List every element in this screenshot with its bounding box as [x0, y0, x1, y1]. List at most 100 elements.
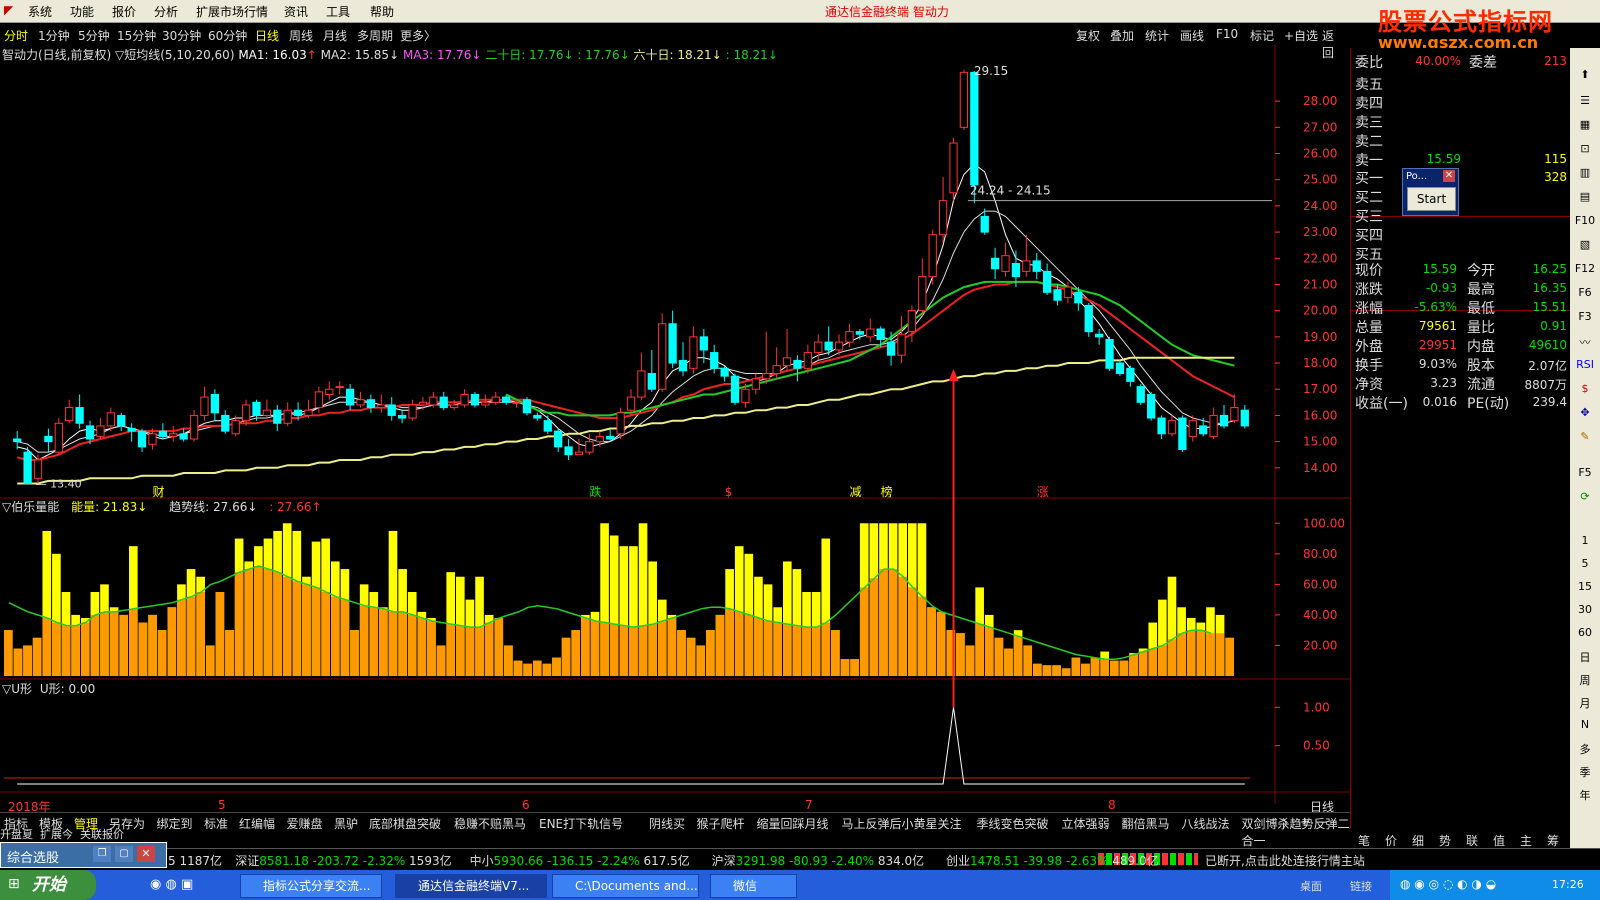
indicator-tab[interactable]: 底部棋盘突破	[369, 815, 441, 832]
index-item[interactable]: 创业1478.51 -39.98 -2.63% 489.0亿	[946, 852, 1159, 869]
menu-system[interactable]: 系统	[28, 3, 52, 20]
tool-f10[interactable]: F10	[1216, 27, 1238, 41]
taskbar-item-wechat[interactable]: 微信	[710, 874, 797, 898]
sidebar-period-10[interactable]: 季	[1572, 764, 1598, 780]
indicator-tab[interactable]: 马上反弹后小黄星关注	[842, 815, 962, 832]
tab-open-summer[interactable]: 开盘夏	[0, 828, 33, 841]
sidebar-chart-icon[interactable]: ⊡	[1572, 142, 1598, 155]
indicator-tab[interactable]: 稳赚不赔黑马	[454, 815, 526, 832]
sidebar-f10-icon[interactable]: F10	[1572, 214, 1598, 227]
indicator-tab[interactable]: 季线变色突破	[977, 815, 1049, 832]
tray-desktop[interactable]: 桌面	[1300, 878, 1322, 894]
taskbar-item-forum[interactable]: 指标公式分享交流...	[240, 874, 382, 898]
taskbar-item-tdx[interactable]: 通达信金融终端V7...	[395, 874, 547, 898]
sidebar-refresh-icon[interactable]: ⟳	[1572, 490, 1598, 503]
sidebar-rsi-icon[interactable]: RSI	[1572, 358, 1598, 371]
tool-add-watchlist[interactable]: +自选	[1284, 27, 1318, 44]
ask-row[interactable]: 卖五	[1351, 74, 1571, 93]
indicator-name[interactable]: ▽短均线(5,10,20,60)	[115, 48, 234, 62]
popup-close-icon[interactable]: ✕	[1443, 170, 1455, 182]
sidebar-up-icon[interactable]: ⬆	[1572, 68, 1598, 81]
menu-function[interactable]: 功能	[70, 3, 94, 20]
bid-row[interactable]: 买二	[1351, 187, 1571, 206]
period-tab-5min[interactable]: 5分钟	[78, 27, 110, 44]
ask-row[interactable]: 卖一 15.59 115	[1351, 150, 1571, 169]
sidebar-period-1[interactable]: 5	[1572, 557, 1598, 570]
quote-tab[interactable]: 主	[1520, 832, 1532, 849]
indicator-tab[interactable]: 立体强弱	[1062, 815, 1110, 832]
indicator-tab[interactable]: 红编幅	[239, 815, 275, 832]
menu-analysis[interactable]: 分析	[154, 3, 178, 20]
sidebar-period-7[interactable]: 月	[1572, 695, 1598, 711]
index-item[interactable]: 5 1187亿	[168, 852, 222, 869]
period-tab-weekly[interactable]: 周线	[289, 27, 313, 44]
indicator-tab[interactable]: 缩量回踩月线	[757, 815, 829, 832]
sidebar-table-icon[interactable]: ▦	[1572, 118, 1598, 131]
sidebar-list-icon[interactable]: ☰	[1572, 94, 1598, 107]
bid-row[interactable]: 买四	[1351, 225, 1571, 244]
indicator-tab[interactable]: 爱赚盘	[287, 815, 323, 832]
period-tab-daily[interactable]: 日线	[255, 27, 279, 44]
ask-row[interactable]: 卖二	[1351, 131, 1571, 150]
sidebar-wave-icon[interactable]: 〰	[1572, 334, 1598, 350]
connection-status[interactable]: 已断开,点击此处连接行情主站	[1205, 852, 1365, 869]
sidebar-f5-icon[interactable]: F5	[1572, 466, 1598, 479]
sidebar-period-2[interactable]: 15	[1572, 580, 1598, 593]
tool-mark[interactable]: 标记	[1250, 27, 1274, 44]
tool-restore-rights[interactable]: 复权	[1076, 27, 1100, 44]
bid-row[interactable]: 买三	[1351, 206, 1571, 225]
quote-tab[interactable]: 势	[1439, 832, 1451, 849]
ask-row[interactable]: 卖四	[1351, 93, 1571, 112]
quicklaunch-icons[interactable]: ◉ ◍ ▣	[150, 877, 193, 892]
sidebar-period-5[interactable]: 日	[1572, 649, 1598, 665]
tray-links[interactable]: 链接	[1350, 878, 1372, 894]
menu-ext-market[interactable]: 扩展市场行情	[196, 3, 268, 20]
sidebar-f6-icon[interactable]: F6	[1572, 286, 1598, 299]
u-indicator-title[interactable]: ▽U形	[2, 682, 32, 696]
menu-help[interactable]: 帮助	[370, 3, 394, 20]
restore-icon[interactable]: ❐	[93, 846, 111, 862]
tool-stats[interactable]: 统计	[1145, 27, 1169, 44]
quote-tab[interactable]: 细	[1412, 832, 1424, 849]
sidebar-period-11[interactable]: 年	[1572, 787, 1598, 803]
sidebar-period-6[interactable]: 周	[1572, 672, 1598, 688]
indicator-tab[interactable]: 猴子爬杆	[697, 815, 745, 832]
period-tab-60min[interactable]: 60分钟	[208, 27, 247, 44]
tray-icons[interactable]: ◍ ◉ ◎ ◌ ◐ ◑ ◒	[1400, 877, 1496, 891]
sidebar-move-icon[interactable]: ✥	[1572, 406, 1598, 419]
indicator-tab[interactable]: 双剑博杀趋势反弹二合一	[1242, 815, 1351, 849]
maximize-icon[interactable]: ▢	[115, 846, 133, 862]
indicator-tab[interactable]: 绑定到	[157, 815, 193, 832]
stock-picker-label[interactable]: 综合选股	[7, 847, 59, 866]
sidebar-period-3[interactable]: 30	[1572, 603, 1598, 616]
start-button[interactable]: Start	[1407, 187, 1456, 211]
index-item[interactable]: 深证8581.18 -203.72 -2.32% 1593亿	[235, 852, 451, 869]
sidebar-period-8[interactable]: N	[1572, 718, 1598, 731]
sidebar-period-0[interactable]: 1	[1572, 534, 1598, 547]
quote-tab[interactable]: 笔	[1358, 832, 1370, 849]
quote-tab[interactable]: 联	[1466, 832, 1478, 849]
quote-tab[interactable]: 价	[1385, 832, 1397, 849]
bid-row[interactable]: 买五	[1351, 244, 1571, 263]
bid-row[interactable]: 买一 328	[1351, 168, 1571, 187]
sidebar-dollar-icon[interactable]: $	[1572, 382, 1598, 395]
index-item[interactable]: 中小5930.66 -136.15 -2.24% 617.5亿	[470, 852, 690, 869]
tab-expand-today[interactable]: 扩展今	[40, 828, 73, 841]
tool-draw[interactable]: 画线	[1180, 27, 1204, 44]
period-tab-more[interactable]: 更多〉	[400, 27, 436, 44]
quote-tab[interactable]: 筹	[1547, 832, 1559, 849]
energy-indicator-title[interactable]: ▽伯乐量能	[2, 500, 59, 514]
app-logo-icon[interactable]: ◤	[4, 3, 13, 17]
menu-news[interactable]: 资讯	[284, 3, 308, 20]
close-icon[interactable]: ✕	[137, 846, 155, 862]
floating-stock-picker[interactable]: 综合选股 ❐ ▢ ✕	[0, 842, 167, 868]
period-tab-30min[interactable]: 30分钟	[162, 27, 201, 44]
taskbar-item-explorer[interactable]: C:\Documents and...	[552, 874, 699, 898]
indicator-tab[interactable]: 标准	[204, 815, 228, 832]
sidebar-doc-icon[interactable]: ▧	[1572, 238, 1598, 251]
period-tab-monthly[interactable]: 月线	[323, 27, 347, 44]
menu-tools[interactable]: 工具	[326, 3, 350, 20]
period-tab-multi[interactable]: 多周期	[357, 27, 393, 44]
indicator-tab[interactable]: 翻倍黑马	[1122, 815, 1170, 832]
indicator-tab[interactable]: ENE打下轨信号	[539, 815, 623, 832]
